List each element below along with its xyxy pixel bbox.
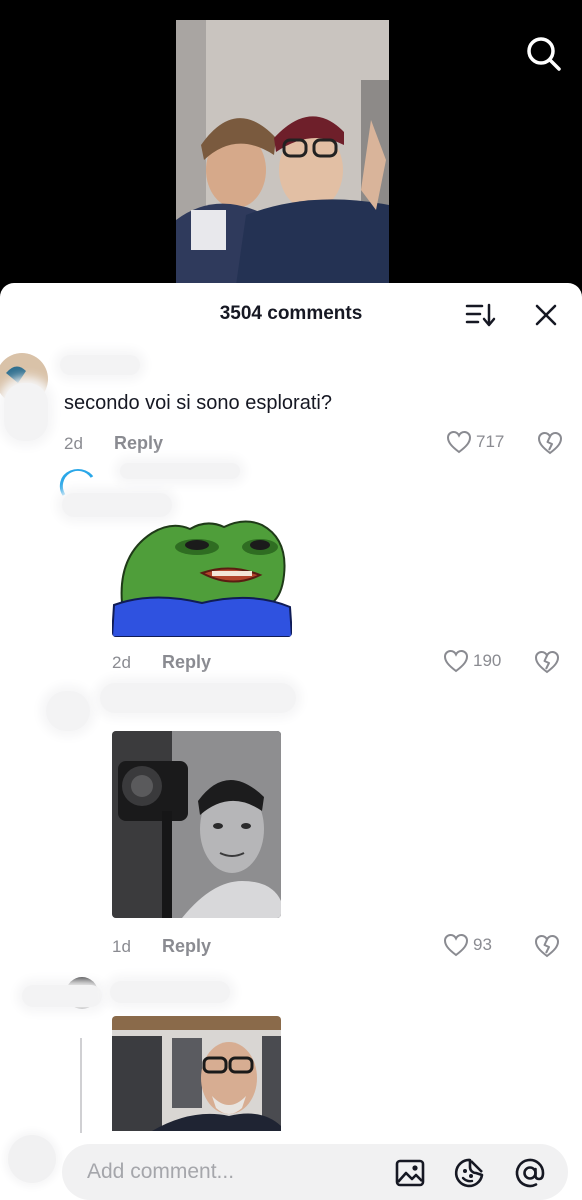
like-button[interactable]: 717 (446, 430, 504, 454)
broken-heart-icon (537, 431, 563, 455)
username-redacted (62, 493, 172, 517)
like-count: 93 (473, 935, 492, 954)
video-thumbnail[interactable] (176, 20, 389, 285)
like-count: 717 (476, 432, 505, 451)
emoji-icon (454, 1158, 484, 1188)
comment-time: 2d (112, 653, 131, 672)
photo-image (112, 731, 281, 918)
mention-button[interactable] (514, 1157, 546, 1189)
video-scene-illustration (176, 20, 389, 285)
at-icon (515, 1158, 545, 1188)
comments-sheet: 3504 comments secondo voi si sono esplor… (0, 283, 582, 1200)
like-count: 190 (473, 651, 502, 670)
thread-line (80, 1038, 82, 1133)
comment-time: 2d (64, 434, 83, 453)
sort-icon (465, 303, 496, 327)
comment-time: 1d (112, 937, 131, 956)
broken-heart-icon (534, 650, 560, 674)
username-redacted (100, 683, 296, 713)
like-button[interactable]: 190 (443, 649, 501, 673)
reply-button[interactable]: Reply (114, 433, 163, 454)
current-user-avatar (8, 1135, 56, 1183)
emoji-button[interactable] (454, 1157, 486, 1189)
sort-button[interactable] (464, 301, 496, 329)
reply-button[interactable]: Reply (162, 652, 211, 673)
dislike-button[interactable] (534, 934, 560, 958)
photo-man-camera[interactable] (112, 731, 281, 918)
comment-input-placeholder: Add comment... (87, 1160, 235, 1183)
avatar-redacted (4, 383, 48, 441)
username-redacted (22, 985, 102, 1007)
comment-input[interactable]: Add comment... (62, 1144, 568, 1200)
reply-button[interactable]: Reply (162, 936, 211, 957)
dislike-button[interactable] (537, 431, 563, 455)
video-player[interactable] (0, 0, 582, 300)
like-button[interactable]: 93 (443, 933, 492, 957)
sticker-image (112, 520, 292, 637)
username-redacted (110, 981, 230, 1003)
close-icon (535, 304, 557, 326)
avatar-redacted (46, 691, 90, 731)
comment-text: secondo voi si sono esplorati? (64, 392, 332, 414)
broken-heart-icon (534, 934, 560, 958)
search-icon (527, 37, 561, 71)
username-redacted (60, 355, 140, 375)
image-icon (395, 1159, 425, 1187)
heart-icon (446, 430, 472, 454)
photo-image (112, 1016, 281, 1131)
image-button[interactable] (394, 1157, 426, 1189)
pepe-frog-sticker[interactable] (112, 515, 292, 637)
search-button[interactable] (524, 34, 564, 74)
close-button[interactable] (531, 300, 561, 330)
photo-bald-man-glasses[interactable] (112, 1016, 281, 1131)
username-redacted (120, 463, 240, 479)
dislike-button[interactable] (534, 650, 560, 674)
heart-icon (443, 649, 469, 673)
heart-icon (443, 933, 469, 957)
